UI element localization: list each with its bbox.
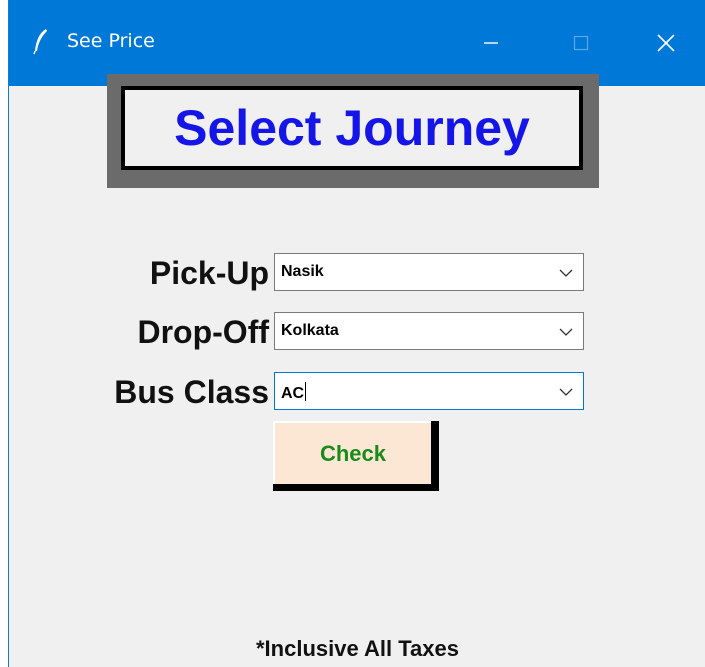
maximize-icon xyxy=(573,35,589,51)
page-title: Select Journey xyxy=(174,100,530,156)
check-button-label: Check xyxy=(319,440,387,466)
bus-class-label: Bus Class xyxy=(114,374,269,410)
bus-class-value: AC xyxy=(281,385,305,402)
close-button[interactable] xyxy=(626,0,705,86)
pickup-value: Nasik xyxy=(281,263,324,280)
pickup-label: Pick-Up xyxy=(149,255,269,291)
dropoff-value: Kolkata xyxy=(281,322,339,339)
feather-icon xyxy=(33,29,47,55)
check-button-face[interactable]: Check xyxy=(273,421,431,484)
app-window: See Price Select Journey Pick-Up Nasik D… xyxy=(8,0,705,667)
header-frame: Select Journey xyxy=(107,74,599,188)
header-panel: Select Journey xyxy=(121,86,583,170)
window-title: See Price xyxy=(67,30,155,52)
minimize-icon xyxy=(484,42,498,44)
bus-class-combobox[interactable]: AC xyxy=(274,372,584,410)
chevron-down-icon[interactable] xyxy=(559,385,573,399)
pickup-combobox[interactable]: Nasik xyxy=(274,253,584,291)
taxes-footnote: *Inclusive All Taxes xyxy=(256,636,459,661)
dropoff-combobox[interactable]: Kolkata xyxy=(274,312,584,350)
chevron-down-icon[interactable] xyxy=(559,266,573,280)
close-icon xyxy=(657,34,675,52)
dropoff-label: Drop-Off xyxy=(137,314,269,350)
check-button[interactable]: Check xyxy=(273,421,439,491)
text-caret xyxy=(305,382,307,401)
chevron-down-icon[interactable] xyxy=(559,325,573,339)
